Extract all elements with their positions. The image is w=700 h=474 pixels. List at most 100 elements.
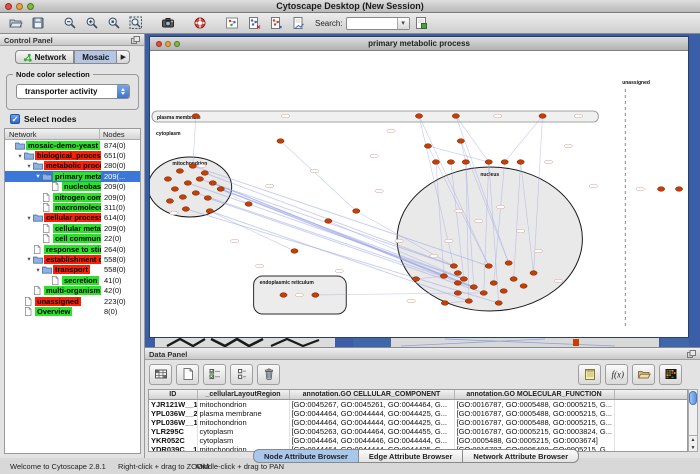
attribute-pair-icon[interactable] — [230, 364, 253, 385]
graph-node[interactable] — [490, 281, 497, 286]
tree-expand-caret-icon[interactable]: ▾ — [25, 255, 33, 263]
zoom-out-icon[interactable] — [60, 14, 80, 32]
page-edit-icon[interactable] — [411, 14, 431, 32]
graph-node[interactable] — [179, 195, 186, 200]
graph-node[interactable] — [454, 291, 461, 296]
search-input[interactable]: ▾ — [346, 17, 410, 30]
graph-node[interactable] — [325, 219, 332, 224]
network-close-button[interactable] — [156, 41, 162, 47]
tree-row[interactable]: ▾primary metabo209(... — [5, 171, 140, 181]
graph-node[interactable] — [245, 202, 252, 207]
graph-node[interactable] — [465, 299, 472, 304]
zoom-button[interactable] — [27, 3, 34, 10]
tab-network-attribute-browser[interactable]: Network Attribute Browser — [463, 449, 579, 463]
graph-node[interactable] — [280, 293, 287, 298]
graph-node[interactable] — [415, 114, 422, 119]
graph-node[interactable] — [675, 187, 682, 192]
float-panel-icon[interactable] — [131, 36, 140, 46]
network-window-titlebar[interactable]: primary metabolic process — [150, 37, 688, 51]
graph-node[interactable] — [447, 160, 454, 165]
graph-node[interactable] — [501, 160, 508, 165]
tree-row[interactable]: macromolecule311(0) — [5, 202, 140, 212]
graph-node[interactable] — [184, 181, 191, 186]
graph-node[interactable] — [485, 160, 492, 165]
tab-overflow-arrow[interactable]: ▶ — [117, 50, 130, 64]
tree-row[interactable]: cell communicat22(0) — [5, 234, 140, 244]
graph-node[interactable] — [530, 271, 537, 276]
zoom-in-icon[interactable] — [82, 14, 102, 32]
tree-expand-caret-icon[interactable]: ▾ — [25, 162, 33, 170]
graph-node[interactable] — [189, 164, 196, 169]
tree-expand-caret-icon[interactable]: ▾ — [34, 172, 42, 180]
column-header[interactable]: annotation.GO MOLECULAR_FUNCTION — [454, 390, 614, 399]
network-zoom-button[interactable] — [174, 41, 180, 47]
tree-column-nodes[interactable]: Nodes — [100, 129, 140, 139]
graph-node[interactable] — [277, 139, 284, 144]
table-scrollbar[interactable]: ▲▼ — [688, 389, 698, 452]
window-titlebar[interactable]: Cytoscape Desktop (New Session) — [0, 0, 700, 13]
formula-fx-icon[interactable]: f(x) — [605, 364, 628, 385]
help-lifebuoy-icon[interactable] — [190, 14, 210, 32]
vizmapper-image-icon[interactable] — [222, 14, 242, 32]
graph-node[interactable] — [432, 160, 439, 165]
graph-node[interactable] — [204, 196, 211, 201]
tree-row[interactable]: ▾establishment of lo558(0) — [5, 254, 140, 264]
graph-node[interactable] — [412, 277, 419, 282]
graph-node[interactable] — [201, 171, 208, 176]
graph-node[interactable] — [457, 139, 464, 144]
open-session-icon[interactable] — [6, 14, 26, 32]
column-header[interactable]: annotation.GO CELLULAR_COMPONENT — [289, 390, 454, 399]
table-row[interactable]: YKR052Ccytoplasm[GO:0044464, GO:0044446,… — [149, 436, 687, 445]
graph-node[interactable] — [658, 187, 665, 192]
graph-node[interactable] — [470, 285, 477, 290]
tree-row[interactable]: nucleobase-209(0) — [5, 182, 140, 192]
node-color-dropdown[interactable]: transporter activity — [16, 84, 130, 99]
scrollbar-thumb[interactable] — [689, 391, 697, 405]
save-session-icon[interactable] — [28, 14, 48, 32]
tab-node-attribute-browser[interactable]: Node Attribute Browser — [253, 449, 359, 463]
graph-node[interactable] — [171, 187, 178, 192]
graph-edge[interactable] — [210, 211, 295, 251]
graph-node[interactable] — [164, 177, 171, 182]
tab-edge-attribute-browser[interactable]: Edge Attribute Browser — [359, 449, 463, 463]
graph-node[interactable] — [517, 160, 524, 165]
tree-expand-caret-icon[interactable]: ▾ — [25, 214, 33, 222]
tab-network[interactable]: Network — [15, 50, 75, 64]
tree-row[interactable]: ▾cellular process614(0) — [5, 213, 140, 223]
notepad-icon[interactable] — [578, 364, 601, 385]
graph-node[interactable] — [452, 114, 459, 119]
select-nodes-checkbox[interactable]: ✓ — [10, 114, 20, 124]
close-button[interactable] — [5, 3, 12, 10]
graph-node[interactable] — [182, 207, 189, 212]
graph-node[interactable] — [520, 284, 527, 289]
graph-edge[interactable] — [281, 141, 357, 211]
attribute-grid-icon[interactable] — [149, 364, 172, 385]
zoom-fit-icon[interactable] — [126, 14, 146, 32]
tab-mosaic[interactable]: Mosaic — [74, 50, 117, 64]
graph-node[interactable] — [166, 199, 173, 204]
table-row[interactable]: YLR295Ccytoplasm[GO:0045263, GO:0044464,… — [149, 427, 687, 436]
graph-node[interactable] — [462, 160, 469, 165]
tree-row[interactable]: Overview8(0) — [5, 306, 140, 316]
graph-node[interactable] — [441, 301, 448, 306]
graph-node[interactable] — [217, 187, 224, 192]
graph-node[interactable] — [454, 271, 461, 276]
search-field[interactable] — [347, 18, 397, 29]
tree-row[interactable]: ▾biological_process651(0) — [5, 150, 140, 160]
zoom-selected-icon[interactable] — [104, 14, 124, 32]
graph-node[interactable] — [291, 249, 298, 254]
graph-node[interactable] — [353, 209, 360, 214]
tree-row[interactable]: cellular metabo209(0) — [5, 223, 140, 233]
delete-attribute-trash-icon[interactable] — [257, 364, 280, 385]
page-arrow-icon[interactable] — [288, 14, 308, 32]
tree-row[interactable]: multi-organism pro42(0) — [5, 285, 140, 295]
graph-node[interactable] — [505, 261, 512, 266]
network-canvas[interactable]: plasma membranecytoplasmmitochondrionnuc… — [150, 51, 688, 337]
snapshot-camera-icon[interactable] — [158, 14, 178, 32]
tree-row[interactable]: nitrogen compo209(0) — [5, 192, 140, 202]
heatmap-icon[interactable] — [659, 364, 682, 385]
graph-edge[interactable] — [505, 116, 543, 162]
graph-node[interactable] — [192, 191, 199, 196]
graph-node[interactable] — [495, 301, 502, 306]
graph-node[interactable] — [196, 177, 203, 182]
